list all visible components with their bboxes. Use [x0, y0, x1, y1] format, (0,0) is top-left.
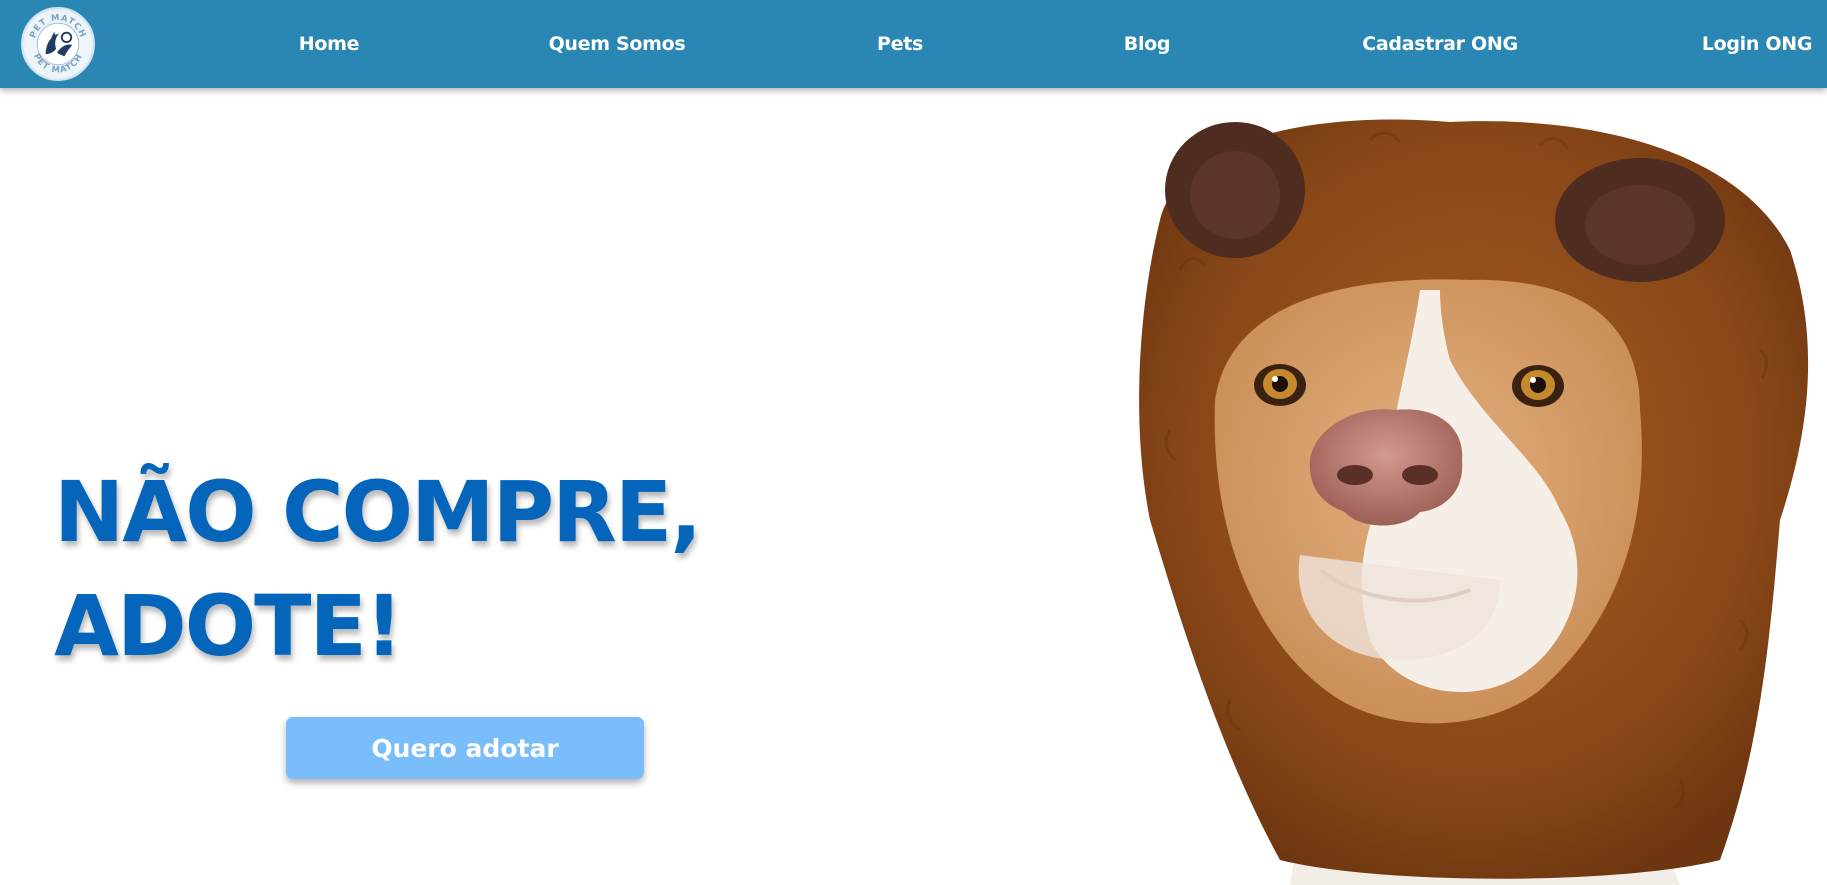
nav-quem-somos[interactable]: Quem Somos — [549, 33, 686, 55]
hero-headline: NÃO COMPRE, ADOTE! — [54, 455, 702, 683]
nav-cadastrar-ong[interactable]: Cadastrar ONG — [1362, 33, 1518, 55]
hero-headline-line1: NÃO COMPRE, — [54, 463, 702, 561]
nav-home[interactable]: Home — [299, 33, 360, 55]
logo-icon: PET MATCH PET MATCH — [24, 10, 92, 78]
dog-in-bear-hood-image — [1120, 100, 1827, 885]
top-navbar: PET MATCH PET MATCH Home Quem Somos Pets… — [0, 0, 1827, 88]
hero-headline-line2: ADOTE! — [54, 577, 403, 675]
dog-illustration — [1139, 119, 1809, 885]
nav-blog[interactable]: Blog — [1124, 33, 1171, 55]
nav-pets[interactable]: Pets — [877, 33, 923, 55]
quero-adotar-button[interactable]: Quero adotar — [286, 717, 644, 779]
nav-login-ong[interactable]: Login ONG — [1702, 33, 1813, 55]
pet-match-logo[interactable]: PET MATCH PET MATCH — [21, 7, 95, 81]
